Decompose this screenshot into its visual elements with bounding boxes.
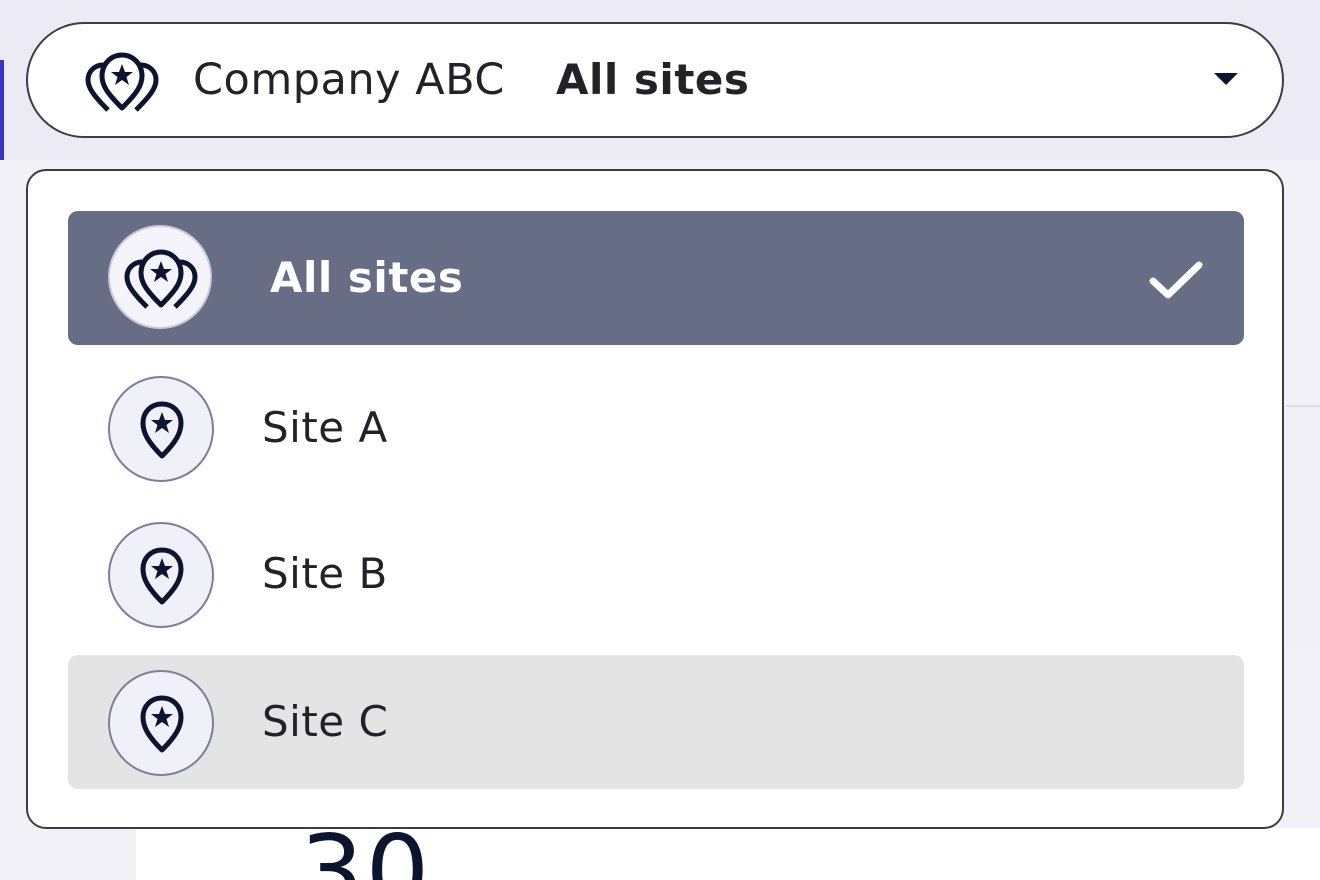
option-site-b[interactable]: Site B	[68, 507, 1244, 641]
option-icon-badge	[108, 670, 214, 776]
option-label: Site B	[262, 549, 388, 598]
option-site-c[interactable]: Site C	[68, 655, 1244, 789]
option-icon-badge	[108, 225, 212, 329]
option-label: All sites	[270, 253, 464, 302]
location-pin-star-icon	[140, 695, 184, 753]
multi-location-pin-icon	[124, 249, 198, 309]
option-site-a[interactable]: Site A	[68, 361, 1244, 495]
checkmark-icon	[1148, 259, 1204, 301]
location-pin-star-icon	[140, 401, 184, 459]
location-pin-star-icon	[140, 547, 184, 605]
option-icon-badge	[108, 522, 214, 628]
caret-down-icon[interactable]	[1212, 70, 1240, 88]
metric-value: 30	[300, 813, 432, 880]
multi-location-pin-icon	[84, 50, 160, 114]
option-label: Site A	[262, 403, 388, 452]
company-name: Company ABC	[193, 55, 505, 105]
site-selector[interactable]: Company ABC All sites	[26, 22, 1284, 138]
option-all-sites[interactable]: All sites	[68, 211, 1244, 345]
option-icon-badge	[108, 376, 214, 482]
background-card-edge	[1286, 405, 1320, 650]
current-site-label: All sites	[556, 55, 750, 104]
site-dropdown-menu: All sites Site A Site B Site C	[26, 169, 1284, 829]
option-label: Site C	[262, 697, 389, 746]
